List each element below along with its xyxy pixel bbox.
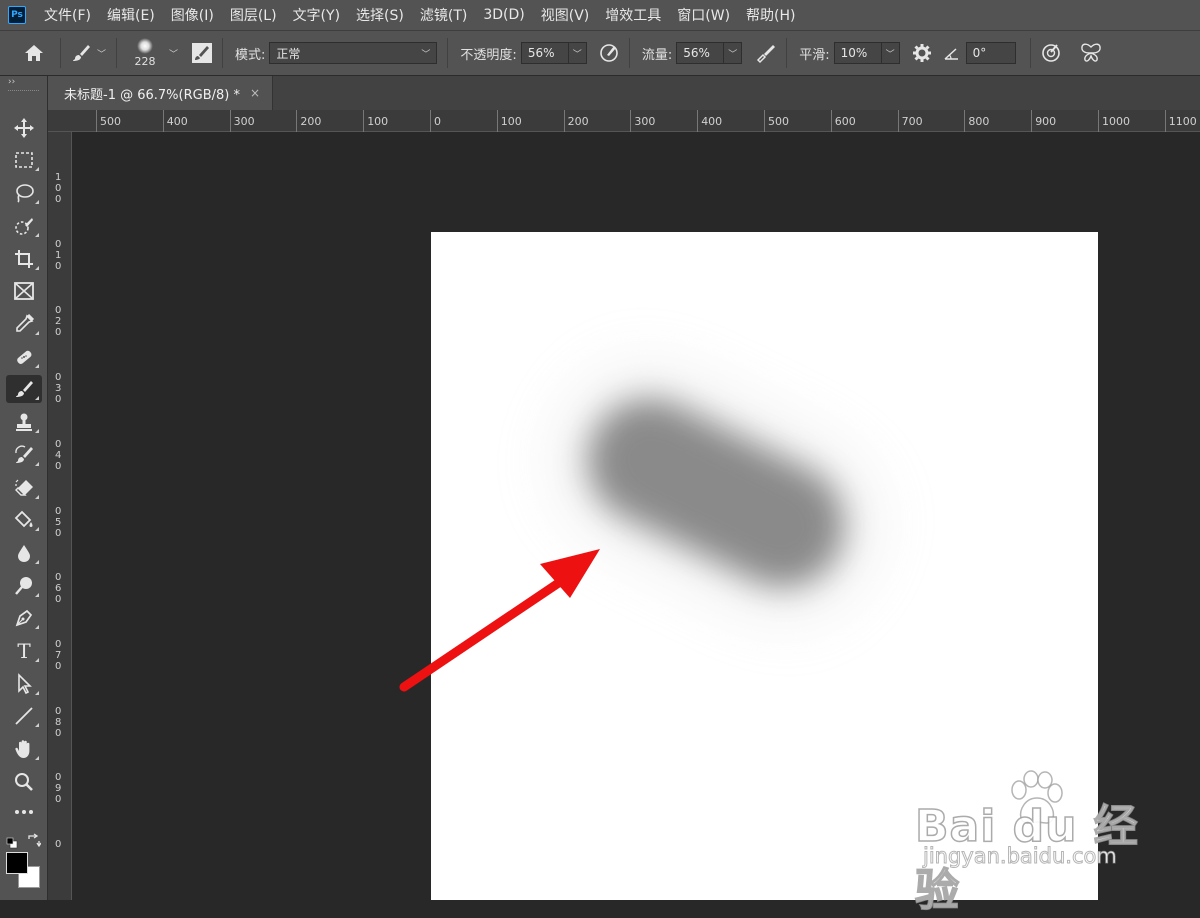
- watermark-url: jingyan.baidu.com: [923, 844, 1118, 869]
- baidu-jingyan-watermark: Bai du 经验 jingyan.baidu.com: [914, 770, 1145, 917]
- annotation-arrow: [399, 549, 600, 692]
- foreground-color-swatch[interactable]: [6, 852, 28, 874]
